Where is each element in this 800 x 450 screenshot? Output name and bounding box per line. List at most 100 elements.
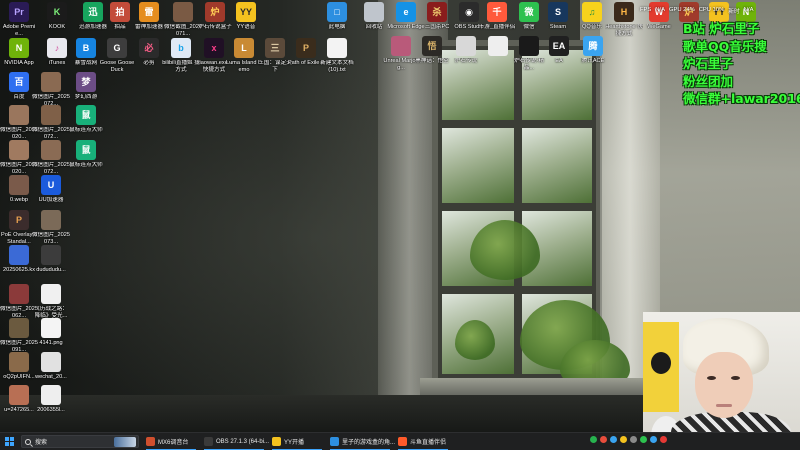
taskbar-search-box[interactable]: 搜索 <box>21 435 139 448</box>
window-pane <box>442 128 514 203</box>
lushi-box3-icon <box>519 36 539 56</box>
weixin-img8-icon <box>9 318 29 338</box>
biying-icon: 必 <box>139 38 159 58</box>
desktop-icon-uu[interactable]: U UU加速器 <box>32 175 70 204</box>
desktop-icon-adobe[interactable]: Pr Adobe Premie... <box>0 2 38 37</box>
desktop-icon-weixin-img5[interactable]: 微信图片_2025072... <box>32 140 70 175</box>
weixin-icon: 微 <box>519 2 539 22</box>
tray-icon[interactable] <box>640 436 647 443</box>
tray-icon[interactable] <box>600 436 607 443</box>
cc-pc-icon: □ <box>327 2 347 22</box>
desktop-icon-label: 梦幻西游 <box>74 94 98 100</box>
desktop-icon-shubiao2[interactable]: 鼠鼠标连点大师 <box>67 140 105 169</box>
search-icon <box>25 438 31 445</box>
blank-file-icon <box>488 36 508 56</box>
ea-app-icon: EA <box>549 36 569 56</box>
qianyou-icon: 千 <box>487 2 507 22</box>
desktop-icon-yy-voice[interactable]: YY YY语音 <box>227 2 265 31</box>
desktop-icon-weixin-img6[interactable]: 微信图片_2025073... <box>32 210 70 245</box>
zhuanpin-icon: 拍 <box>110 2 130 22</box>
sanguo-icon: 三 <box>265 38 285 58</box>
poster-figure <box>651 352 671 374</box>
weixin-img4-icon <box>9 140 29 160</box>
desktop-icon-weixin-img1[interactable]: 微信图片_2025072... <box>32 72 70 107</box>
desktop-icon-mengji[interactable]: 梦梦幻西游 <box>67 72 105 101</box>
taskbar-app-1[interactable]: OBS 27.1.3 (64-bi... <box>201 434 269 450</box>
desktop-icon-ea-app[interactable]: EA EA <box>540 36 578 65</box>
desktop-icon-label: 鼠标连点大师 <box>69 127 103 133</box>
tray-icon[interactable] <box>620 436 627 443</box>
overlay-line-name: 炉石里子 <box>683 56 734 71</box>
desktop-icon-label: 新建文本文档 (10).txt <box>320 60 354 73</box>
time-label: 新时 <box>728 8 740 15</box>
taskbar-app-3[interactable]: 里子的游戏盒的角... <box>327 434 395 450</box>
desktop-icon-cc-pc[interactable]: □ 此电脑 <box>318 2 356 31</box>
qq-music-icon: ♫ <box>582 2 602 22</box>
desktop-icon-weixin-img3[interactable]: 微信图片_2025072... <box>32 105 70 140</box>
desktop-icon-hearthstone[interactable]: H Hearthstone 快捷方式 <box>605 2 643 37</box>
huishou-icon <box>364 2 384 22</box>
desktop-icon-dudu[interactable]: dudududu... <box>32 245 70 274</box>
taskbar-app-label: 斗鱼直播伴侣 <box>410 440 447 446</box>
taskbar-app-0[interactable]: MX6调音台 <box>143 434 199 450</box>
weixin-img5-icon <box>41 140 61 160</box>
desktop-icon-label: 黑神话：悟空 <box>415 58 449 64</box>
gpu-usage: GPU 24% <box>668 7 695 13</box>
leishen-icon: 雷 <box>139 2 159 22</box>
desktop-icon-label: 此电脑 <box>328 24 346 30</box>
u-file-icon <box>9 385 29 405</box>
webcam-mouth <box>716 404 732 407</box>
desktop-icon-kook[interactable]: K KOOK <box>38 2 76 31</box>
tray-icon[interactable] <box>630 436 637 443</box>
webcam-poster <box>643 322 679 412</box>
taskbar-app-icon <box>330 437 339 446</box>
tray-icon[interactable] <box>650 436 657 443</box>
desktop-icon-file2006[interactable]: 2006355l... <box>32 385 70 414</box>
xiaowan-icon: x <box>204 38 224 58</box>
sanguo-pc-icon: 杀 <box>427 2 447 22</box>
desktop-icon-label: Steam <box>549 24 567 30</box>
desktop-icon-shubiao1[interactable]: 鼠鼠标连点大师 <box>67 105 105 134</box>
desktop-icon-steam[interactable]: S Steam <box>539 2 577 31</box>
desktop-icon-nvidia[interactable]: N NVIDIA App <box>0 38 38 67</box>
kook-icon: K <box>47 2 67 22</box>
desktop-icon-label: 4141.png <box>39 340 63 346</box>
window-pane <box>522 128 592 203</box>
taskbar-app-4[interactable]: 斗鱼直播伴侣 <box>395 434 451 450</box>
cpu-usage: CPU 10% <box>698 7 725 13</box>
tray-icon[interactable] <box>660 436 667 443</box>
xunyou-icon: 迅 <box>83 2 103 22</box>
taskbar-app-icon <box>146 437 155 446</box>
desktop-icon-wechat-img[interactable]: wechat_20... <box>32 352 70 381</box>
desktop-icon-png4141[interactable]: 4141.png <box>32 318 70 347</box>
fps-value: N/A <box>655 7 665 13</box>
file2006-icon <box>41 385 61 405</box>
time-value: N/A <box>743 7 754 13</box>
poe-overlay-icon: P <box>9 210 29 230</box>
tray-icon[interactable] <box>590 436 597 443</box>
desktop-icon-leishen[interactable]: 雷雷神加速器 <box>130 2 168 31</box>
search-placeholder: 搜索 <box>35 440 48 446</box>
desktop-icon-tengxun-app[interactable]: 腾腾讯ACE <box>574 36 612 65</box>
desktop-icon-label: UU加速器 <box>38 197 64 203</box>
goose-icon: G <box>107 38 127 58</box>
itunes-icon: ♪ <box>47 38 67 58</box>
weixin-img1-icon <box>41 72 61 92</box>
taskbar-app-icon <box>204 437 213 446</box>
yy-voice-icon: YY <box>236 2 256 22</box>
start-button[interactable] <box>0 433 18 450</box>
makeup-icon <box>391 36 411 56</box>
desktop-icon-label: EA <box>555 58 563 64</box>
desktop-icon-heishenhua[interactable]: 悟黑神话：悟空 <box>413 36 451 65</box>
steam-icon: S <box>548 2 568 22</box>
heishenhua-icon: 悟 <box>422 36 442 56</box>
desktop-icon-yuanqi[interactable]: 《历战之路：降临》受光... <box>32 284 70 319</box>
desktop-icon-new-txt[interactable]: 新建文本文档 (10).txt <box>318 38 356 73</box>
new-txt-icon <box>327 38 347 58</box>
stream-info-overlay: B站 炉石里子 歌单QQ音乐搜 炉石里子 粉丝团加 微信群+lawar2016 <box>683 20 800 108</box>
taskbar-app-label: YY开播 <box>284 440 305 446</box>
weixin-img7-icon <box>9 284 29 304</box>
tray-icon[interactable] <box>610 436 617 443</box>
baidu-icon: 百 <box>9 72 29 92</box>
taskbar-app-2[interactable]: YY开播 <box>269 434 325 450</box>
